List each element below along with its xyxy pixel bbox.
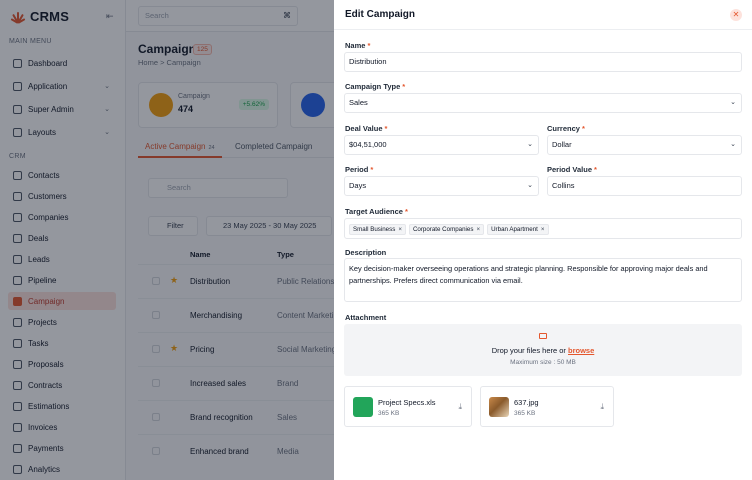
required-mark: * <box>370 165 374 174</box>
label-text: Period Value <box>547 165 593 174</box>
audience-tag: Corporate Companies × <box>408 223 485 235</box>
chevron-down-icon: ⌄ <box>527 182 533 189</box>
image-thumbnail-icon <box>489 397 509 417</box>
name-value: Distribution <box>349 57 387 66</box>
target-audience-label: Target Audience * <box>345 207 408 216</box>
label-text: Deal Value <box>345 124 383 133</box>
spreadsheet-icon <box>353 397 373 417</box>
campaign-type-value: Sales <box>349 98 368 107</box>
period-value-input[interactable]: Collins <box>547 176 742 196</box>
period-value-label: Period Value * <box>547 165 597 174</box>
folder-icon <box>539 333 547 339</box>
deal-value-label: Deal Value * <box>345 124 387 133</box>
name-input[interactable]: Distribution <box>344 52 742 72</box>
required-mark: * <box>402 82 406 91</box>
drop-text: Drop your files here or <box>491 346 566 355</box>
currency-value: Dollar <box>552 140 572 149</box>
file-size: 365 KB <box>514 410 536 417</box>
max-size-text: Maximum size : 50 MB <box>510 359 576 366</box>
file-name: Project Specs.xls <box>378 398 436 407</box>
deal-value-value: $04,51,000 <box>349 140 387 149</box>
required-mark: * <box>384 124 388 133</box>
period-select[interactable]: Days ⌄ <box>344 176 539 196</box>
chevron-down-icon: ⌄ <box>730 141 736 148</box>
tag-label: Urban Apartment <box>491 225 538 233</box>
period-value: Days <box>349 181 367 190</box>
audience-tag: Urban Apartment × <box>487 223 549 235</box>
file-card-xls[interactable]: Project Specs.xls 365 KB ⤓ <box>344 386 472 427</box>
dropzone-text: Drop your files here or browse <box>344 346 742 355</box>
required-mark: * <box>404 207 408 216</box>
file-name: 637.jpg <box>514 398 539 407</box>
description-label: Description <box>345 248 387 257</box>
download-icon[interactable]: ⤓ <box>458 402 462 412</box>
name-label: Name * <box>345 41 370 50</box>
drawer-header: Edit Campaign ✕ <box>334 0 752 30</box>
description-textarea[interactable]: Key decision-maker overseeing operations… <box>344 258 742 302</box>
file-dropzone[interactable]: Drop your files here or browse Maximum s… <box>344 324 742 376</box>
required-mark: * <box>367 41 371 50</box>
label-text: Currency <box>547 124 580 133</box>
remove-tag-icon[interactable]: × <box>398 226 402 233</box>
label-text: Target Audience <box>345 207 403 216</box>
edit-campaign-drawer: Edit Campaign ✕ Name * Distribution Campa… <box>334 0 752 480</box>
chevron-down-icon: ⌄ <box>527 141 533 148</box>
download-icon[interactable]: ⤓ <box>600 402 604 412</box>
drawer-title: Edit Campaign <box>345 9 416 20</box>
deal-value-select[interactable]: $04,51,000 ⌄ <box>344 135 539 155</box>
currency-label: Currency * <box>547 124 585 133</box>
tag-label: Corporate Companies <box>412 225 474 233</box>
chevron-down-icon: ⌄ <box>730 99 736 106</box>
campaign-type-select[interactable]: Sales ⌄ <box>344 93 742 113</box>
file-size: 365 KB <box>378 410 400 417</box>
required-mark: * <box>581 124 585 133</box>
period-label: Period * <box>345 165 373 174</box>
attachment-label: Attachment <box>345 313 387 322</box>
required-mark: * <box>594 165 597 174</box>
label-text: Campaign Type <box>345 82 401 91</box>
close-icon[interactable]: ✕ <box>730 9 742 21</box>
currency-select[interactable]: Dollar ⌄ <box>547 135 742 155</box>
tag-label: Small Business <box>353 225 396 233</box>
audience-tag: Small Business × <box>349 223 406 235</box>
period-value-value: Collins <box>552 181 575 190</box>
label-text: Name <box>345 41 366 50</box>
campaign-type-label: Campaign Type * <box>345 82 405 91</box>
target-audience-tags-input[interactable]: Small Business × Corporate Companies × Urban… <box>344 218 742 239</box>
file-card-jpg[interactable]: 637.jpg 365 KB ⤓ <box>480 386 614 427</box>
remove-tag-icon[interactable]: × <box>541 226 545 233</box>
remove-tag-icon[interactable]: × <box>476 226 480 233</box>
browse-link[interactable]: browse <box>568 346 594 355</box>
label-text: Period <box>345 165 369 174</box>
